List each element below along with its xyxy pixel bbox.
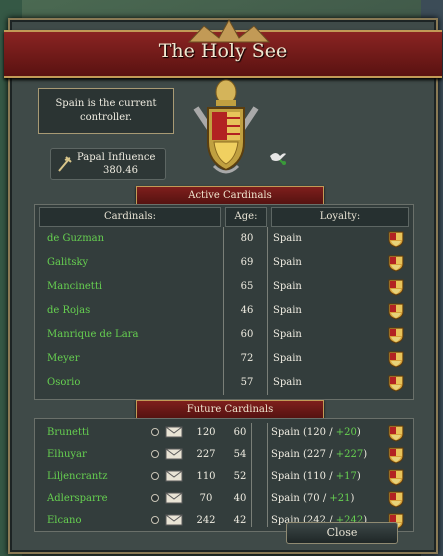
cardinal-score: 227	[196, 449, 216, 460]
active-cardinal-row: Galitsky 69 Spain	[35, 253, 413, 273]
active-cardinals-banner: Active Cardinals	[136, 186, 324, 206]
envelope-icon[interactable]	[165, 470, 183, 485]
loyalty-prefix: Spain (110 /	[271, 471, 336, 482]
cardinal-loyalty: Spain	[273, 329, 302, 340]
loyalty-suffix: )	[350, 493, 355, 504]
cardinal-score: 242	[196, 515, 216, 526]
cardinal-name[interactable]: Manrique de Lara	[47, 329, 138, 340]
cardinal-name[interactable]: Liljencrantz	[47, 471, 108, 482]
window-title: The Holy See	[158, 40, 288, 62]
spain-shield-icon[interactable]	[387, 424, 405, 445]
spain-shield-icon[interactable]	[387, 230, 405, 251]
loyalty-bonus: +20	[335, 427, 357, 438]
loyalty-prefix: Spain (120 /	[271, 427, 336, 438]
active-cardinal-row: Meyer 72 Spain	[35, 349, 413, 369]
close-button[interactable]: Close	[286, 522, 398, 544]
loyalty-prefix: Spain (70 /	[271, 493, 330, 504]
support-radio[interactable]	[151, 516, 159, 524]
cardinal-age: 40	[233, 493, 247, 504]
envelope-icon[interactable]	[165, 492, 183, 507]
loyalty-suffix: )	[356, 471, 361, 482]
future-cardinal-row: Brunetti 120 60 Spain (120 / +20)	[35, 423, 413, 443]
dove-icon	[270, 153, 286, 165]
future-cardinal-row: Adlersparre 70 40 Spain (70 / +21)	[35, 489, 413, 509]
active-cardinal-row: Osorio 57 Spain	[35, 373, 413, 393]
cardinal-loyalty: Spain	[273, 257, 302, 268]
cardinal-name[interactable]: Galitsky	[47, 257, 88, 268]
cardinal-age: 42	[233, 515, 247, 526]
cardinal-name[interactable]: Elcano	[47, 515, 82, 526]
cardinal-age: 69	[240, 257, 254, 268]
cardinal-age: 57	[240, 377, 254, 388]
loyalty-suffix: )	[356, 427, 361, 438]
envelope-icon[interactable]	[165, 426, 183, 441]
spain-shield-icon[interactable]	[387, 446, 405, 467]
active-cardinal-row: de Guzman 80 Spain	[35, 229, 413, 249]
future-cardinals-banner: Future Cardinals	[136, 400, 324, 420]
cardinal-age: 80	[240, 233, 254, 244]
cardinal-loyalty: Spain	[273, 353, 302, 364]
loyalty-bonus: +17	[335, 471, 357, 482]
cardinal-score: 110	[196, 471, 216, 482]
loyalty-bonus: +21	[329, 493, 351, 504]
cardinal-loyalty: Spain	[273, 377, 302, 388]
spain-shield-icon[interactable]	[387, 350, 405, 371]
cardinal-age: 60	[233, 427, 247, 438]
future-cardinal-row: Liljencrantz 110 52 Spain (110 / +17)	[35, 467, 413, 487]
holy-see-window: The Holy See Spain is the current contro…	[4, 18, 442, 554]
loyalty-suffix: )	[363, 449, 368, 460]
papal-influence-value: 380.46	[103, 165, 138, 176]
cardinal-score: 120	[196, 427, 216, 438]
header-age: Age:	[225, 207, 267, 227]
support-radio[interactable]	[151, 428, 159, 436]
future-cardinal-row: Elhuyar 227 54 Spain (227 / +227)	[35, 445, 413, 465]
header-loyalty: Loyalty:	[271, 207, 409, 227]
cardinal-age: 65	[240, 281, 254, 292]
cardinal-age: 54	[233, 449, 247, 460]
spain-shield-icon[interactable]	[387, 326, 405, 347]
cardinal-name[interactable]: de Guzman	[47, 233, 104, 244]
support-radio[interactable]	[151, 472, 159, 480]
cardinal-age: 46	[240, 305, 254, 316]
papal-cross-icon	[58, 156, 72, 172]
support-radio[interactable]	[151, 450, 159, 458]
envelope-icon[interactable]	[165, 514, 183, 529]
papal-influence-box: Papal Influence 380.46	[50, 148, 166, 180]
cardinal-name[interactable]: Brunetti	[47, 427, 89, 438]
papal-influence-label: Papal Influence	[77, 152, 156, 163]
spain-shield-icon[interactable]	[387, 374, 405, 395]
cardinal-name[interactable]: de Rojas	[47, 305, 90, 316]
spain-shield-icon[interactable]	[387, 278, 405, 299]
active-cardinal-row: Manrique de Lara 60 Spain	[35, 325, 413, 345]
loyalty-prefix: Spain (227 /	[271, 449, 336, 460]
title-banner: The Holy See	[4, 18, 442, 78]
spain-shield-icon[interactable]	[387, 468, 405, 489]
loyalty-bonus: +227	[335, 449, 364, 460]
cardinal-age: 60	[240, 329, 254, 340]
active-cardinal-row: de Rojas 46 Spain	[35, 301, 413, 321]
cardinal-name[interactable]: Mancinetti	[47, 281, 102, 292]
papal-coat-of-arms-icon	[193, 79, 259, 174]
future-cardinals-panel: Brunetti 120 60 Spain (120 / +20) Elhuyar 227…	[34, 418, 414, 532]
cardinal-name[interactable]: Elhuyar	[47, 449, 87, 460]
cardinal-name[interactable]: Meyer	[47, 353, 80, 364]
spain-shield-icon[interactable]	[387, 254, 405, 275]
header-cardinals: Cardinals:	[39, 207, 221, 227]
cardinal-loyalty: Spain	[273, 233, 302, 244]
cardinal-age: 72	[240, 353, 254, 364]
cardinal-age: 52	[233, 471, 247, 482]
cardinal-name[interactable]: Adlersparre	[47, 493, 108, 504]
spain-shield-icon[interactable]	[387, 490, 405, 511]
cardinal-score: 70	[199, 493, 213, 504]
cardinal-loyalty: Spain	[273, 281, 302, 292]
cardinal-name[interactable]: Osorio	[47, 377, 80, 388]
cardinal-loyalty: Spain	[273, 305, 302, 316]
active-cardinal-row: Mancinetti 65 Spain	[35, 277, 413, 297]
controller-message: Spain is the current controller.	[38, 88, 174, 134]
spain-shield-icon[interactable]	[387, 302, 405, 323]
support-radio[interactable]	[151, 494, 159, 502]
active-cardinals-panel: Cardinals: Age: Loyalty: de Guzman 80 Spai…	[34, 204, 414, 400]
envelope-icon[interactable]	[165, 448, 183, 463]
